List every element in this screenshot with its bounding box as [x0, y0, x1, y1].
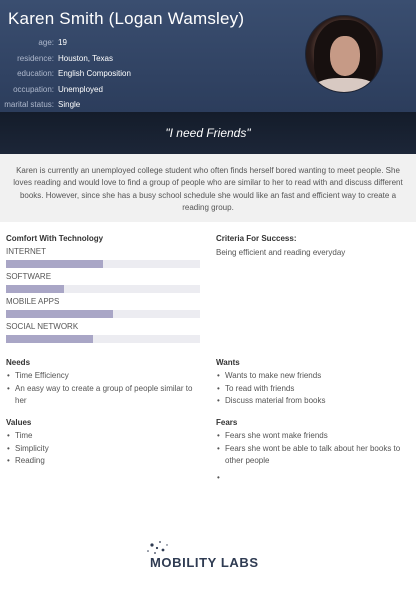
fact-age: age: 19: [0, 35, 200, 51]
list-item: Time Efficiency: [6, 370, 202, 383]
values-title: Values: [6, 418, 32, 427]
fears-section: Fears Fears she wont make friends Fears …: [216, 418, 412, 484]
list-item: Wants to make new friends: [216, 370, 412, 383]
comfort-with-technology: Comfort With Technology INTERNET SOFTWAR…: [6, 234, 202, 343]
persona-quote: "I need Friends": [165, 126, 251, 140]
criteria-for-success: Criteria For Success: Being efficient an…: [216, 234, 412, 257]
fact-marital-status: marital status: Single: [0, 97, 200, 113]
skill-bar-track: [6, 335, 200, 343]
list-item: Simplicity: [6, 443, 202, 456]
fact-occupation: occupation: Unemployed: [0, 82, 200, 98]
needs-list: Time Efficiency An easy way to create a …: [6, 370, 202, 408]
wants-section: Wants Wants to make new friends To read …: [216, 358, 412, 408]
skill-bar-fill: [6, 260, 103, 268]
avatar: [305, 15, 383, 93]
skill-internet: INTERNET: [6, 247, 202, 268]
avatar-shirt: [312, 78, 378, 92]
skill-mobile-apps: MOBILE APPS: [6, 297, 202, 318]
wants-title: Wants: [216, 358, 240, 367]
skill-label: INTERNET: [6, 247, 46, 256]
fact-value: Single: [58, 100, 81, 110]
skill-bar-track: [6, 310, 200, 318]
list-item: To read with friends: [216, 383, 412, 396]
skill-label: SOFTWARE: [6, 272, 52, 281]
persona-name: Karen Smith (Logan Wamsley): [8, 9, 245, 28]
values-list: Time Simplicity Reading: [6, 430, 202, 468]
criteria-text: Being efficient and reading everyday: [216, 248, 346, 257]
persona-bio: Karen is currently an unemployed college…: [0, 154, 416, 222]
mobility-labs-logo: MOBILITY LABS: [140, 538, 280, 578]
list-item: Reading: [6, 455, 202, 468]
skill-label: SOCIAL NETWORK: [6, 322, 79, 331]
skill-bar-fill: [6, 285, 65, 293]
avatar-face: [330, 36, 360, 76]
values-section: Values Time Simplicity Reading: [6, 418, 202, 468]
needs-title: Needs: [6, 358, 31, 367]
comfort-title: Comfort With Technology: [6, 234, 104, 243]
fact-label: marital status:: [4, 100, 54, 110]
criteria-title: Criteria For Success:: [216, 234, 297, 243]
needs-section: Needs Time Efficiency An easy way to cre…: [6, 358, 202, 408]
persona-header: Karen Smith (Logan Wamsley) age: 19 resi…: [0, 0, 416, 112]
wants-list: Wants to make new friends To read with f…: [216, 370, 412, 408]
fears-list: Fears she wont make friends Fears she wo…: [216, 430, 412, 484]
list-item: Discuss material from books: [216, 395, 412, 408]
fact-residence: residence: Houston, Texas: [0, 51, 200, 67]
fact-label: age:: [38, 38, 54, 48]
skill-bar-fill: [6, 310, 113, 318]
list-item: An easy way to create a group of people …: [6, 383, 202, 408]
fact-education: education: English Composition: [0, 66, 200, 82]
fact-value: Unemployed: [58, 84, 103, 94]
logo-text: MOBILITY LABS: [150, 555, 259, 570]
skill-label: MOBILE APPS: [6, 297, 60, 306]
list-item: Fears she wont make friends: [216, 430, 412, 443]
skill-bar-fill: [6, 335, 94, 343]
fact-label: education:: [17, 69, 54, 79]
list-item: Time: [6, 430, 202, 443]
fact-label: occupation:: [13, 84, 54, 94]
list-item: Fears she wont be able to talk about her…: [216, 443, 412, 468]
fact-value: English Composition: [58, 69, 131, 79]
skill-software: SOFTWARE: [6, 272, 202, 293]
fact-label: residence:: [17, 53, 54, 63]
skill-bar-track: [6, 260, 200, 268]
persona-facts: age: 19 residence: Houston, Texas educat…: [0, 35, 200, 113]
quote-band: "I need Friends": [0, 112, 416, 154]
fact-value: Houston, Texas: [58, 53, 113, 63]
fears-title: Fears: [216, 418, 238, 427]
skill-social-network: SOCIAL NETWORK: [6, 322, 202, 343]
skill-bar-track: [6, 285, 200, 293]
fact-value: 19: [58, 38, 67, 48]
